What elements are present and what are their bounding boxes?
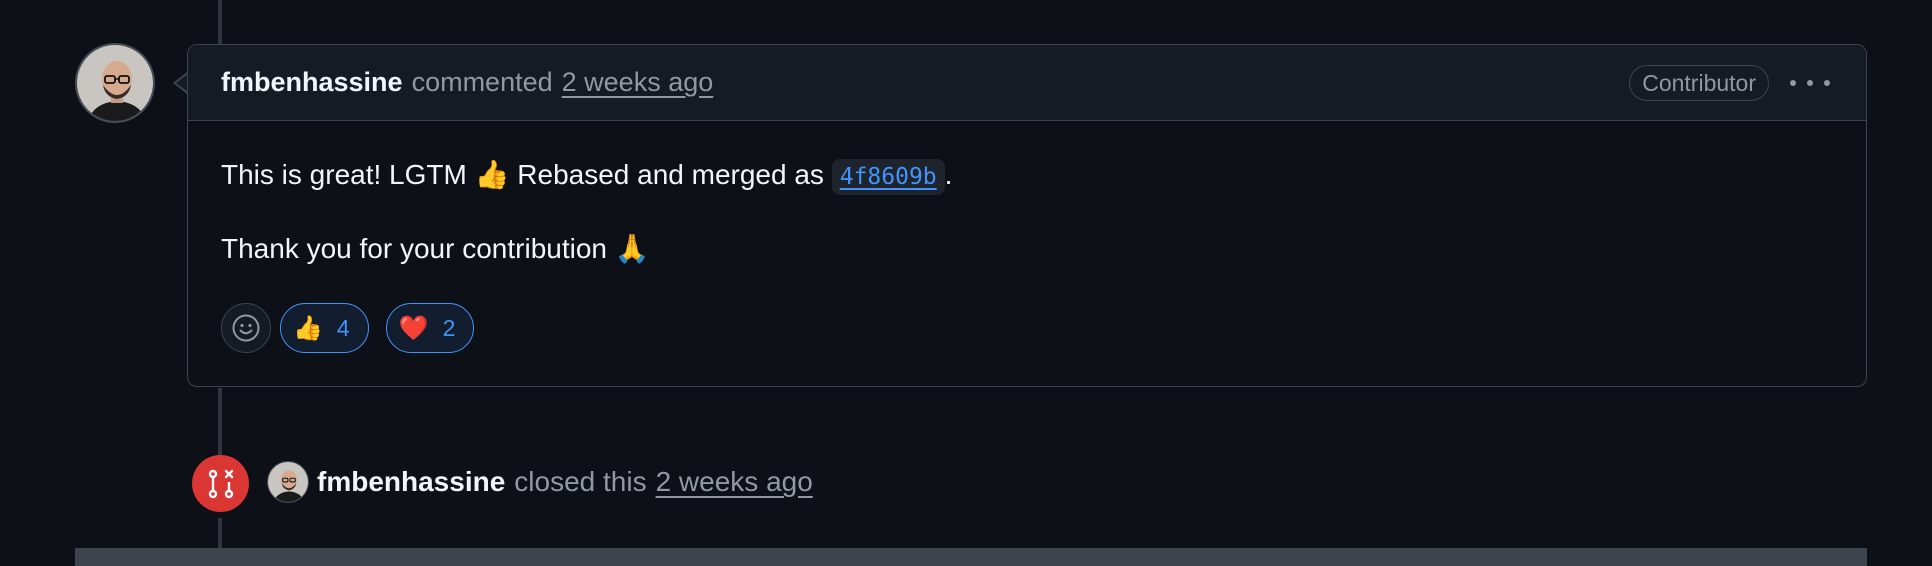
close-event: fmbenhassine closed this 2 weeks ago [317,462,813,502]
comment-header: fmbenhassine commented 2 weeks ago Contr… [188,45,1866,121]
body-text: . [944,159,953,190]
comment-action-text: commented [411,67,553,97]
more-options-icon[interactable] [1790,71,1830,95]
user-avatar-icon [268,462,308,502]
comment-paragraph: This is great! LGTM 👍 Rebased and merged… [221,155,1833,195]
reaction-thumbs-up-button[interactable]: 👍 4 [280,303,369,353]
divider-bar [75,548,1867,566]
event-author-link[interactable]: fmbenhassine [317,466,505,498]
contributor-badge: Contributor [1629,65,1769,101]
comment-box: fmbenhassine commented 2 weeks ago Contr… [187,44,1867,387]
body-text: Thank you for your contribution [221,233,615,264]
event-avatar[interactable] [267,461,309,503]
avatar[interactable] [75,43,155,123]
timeline-line [218,0,222,45]
reaction-count: 2 [442,314,456,341]
reactions-bar: 👍 4 ❤️ 2 [221,303,1833,353]
comment-timestamp-link[interactable]: 2 weeks ago [562,67,714,98]
add-reaction-button[interactable] [221,303,271,353]
comment-body: This is great! LGTM 👍 Rebased and merged… [188,121,1866,353]
comment-paragraph: Thank you for your contribution 🙏 [221,229,1833,269]
pr-closed-icon [192,455,249,512]
timeline-line [218,388,222,458]
body-text: This is great! LGTM [221,159,475,190]
reaction-count: 4 [336,314,350,341]
event-action-text: closed this [514,466,647,497]
commit-link[interactable]: 4f8609b [831,159,945,195]
heart-icon: ❤️ [398,314,429,342]
thumbs-up-emoji: 👍 [474,158,510,191]
thumbs-up-icon: 👍 [293,314,323,342]
git-pull-request-closed-icon [208,469,233,498]
event-timestamp-link[interactable]: 2 weeks ago [656,466,813,498]
reaction-heart-button[interactable]: ❤️ 2 [385,303,475,353]
folded-hands-emoji: 🙏 [614,232,650,265]
user-avatar-icon [77,45,153,121]
comment-author-link[interactable]: fmbenhassine [221,67,403,98]
body-text: Rebased and merged as [509,159,832,190]
smiley-icon [232,314,260,342]
